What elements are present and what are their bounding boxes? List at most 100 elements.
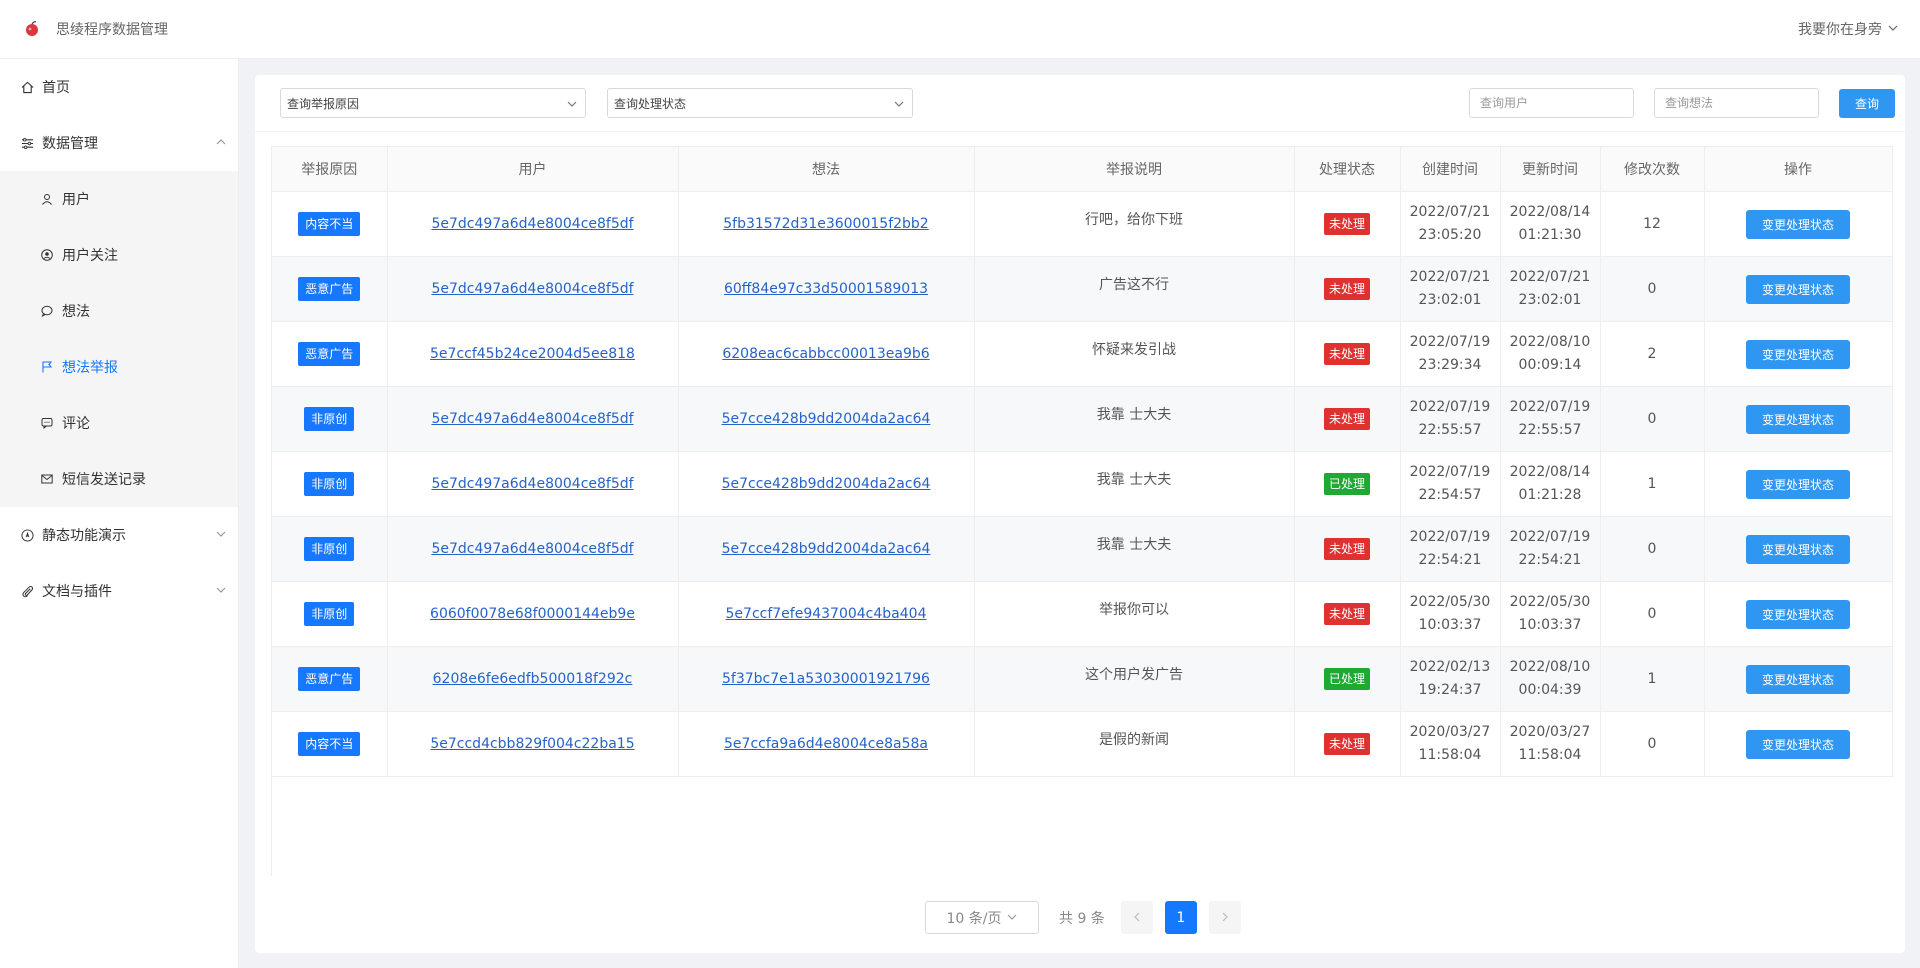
sidebar-item-docs-plugins[interactable]: 文档与插件 [0,563,238,619]
cell-idea: 5f37bc7e1a53030001921796 [678,646,975,712]
description-text: 行吧，给你下班 [1085,211,1183,228]
sidebar-item-users[interactable]: 用户 [0,171,238,227]
idea-link[interactable]: 6208eac6cabbcc00013ea9b6 [722,346,929,362]
sidebar-item-static-demo[interactable]: 静态功能演示 [0,507,238,563]
user-menu[interactable]: 我要你在身旁 [1798,19,1898,39]
idea-link[interactable]: 5fb31572d31e3600015f2bb2 [723,216,928,232]
idea-link[interactable]: 5e7ccf7efe9437004c4ba404 [726,606,927,622]
column-header-reason: 举报原因 [272,146,388,192]
updated-time: 11:58:04 [1518,747,1582,763]
user-link[interactable]: 5e7dc497a6d4e8004ce8f5df [431,411,633,427]
change-status-button[interactable]: 变更处理状态 [1746,209,1850,239]
cell-idea: 5e7cce428b9dd2004da2ac64 [678,451,975,517]
created-time: 23:29:34 [1418,357,1482,373]
cell-idea: 5e7ccfa9a6d4e8004ce8a58a [678,711,975,777]
query-button[interactable]: 查询 [1839,88,1895,118]
cell-user: 5e7dc497a6d4e8004ce8f5df [387,256,679,322]
idea-link[interactable]: 5f37bc7e1a53030001921796 [722,671,930,687]
change-status-button[interactable]: 变更处理状态 [1746,599,1850,629]
chevron-down-icon [1888,21,1898,37]
created-time: 23:02:01 [1418,292,1482,308]
user-link[interactable]: 6208e6fe6edfb500018f292c [433,671,633,687]
user-link[interactable]: 5e7ccd4cbb829f004c22ba15 [430,736,634,752]
change-status-button[interactable]: 变更处理状态 [1746,729,1850,759]
idea-link[interactable]: 5e7ccfa9a6d4e8004ce8a58a [724,736,928,752]
change-status-button[interactable]: 变更处理状态 [1746,469,1850,499]
chevron-down-icon [216,527,226,543]
sidebar-item-comments[interactable]: 评论 [0,395,238,451]
description-text: 举报你可以 [1099,601,1169,618]
cell-reason: 内容不当 [272,191,388,257]
sidebar-item-label: 用户关注 [62,248,118,264]
sidebar-item-ideas[interactable]: 想法 [0,283,238,339]
column-header-updated: 更新时间 [1500,146,1601,192]
data-management-submenu: 用户 用户关注 想法 想法举报 评论 短信发送记录 [0,171,238,507]
sidebar-item-idea-reports[interactable]: 想法举报 [0,339,238,395]
cell-description: 这个用户发广告 [974,646,1295,712]
cell-updated: 2022/08/10 00:04:39 [1500,646,1601,712]
updated-date: 2022/08/10 [1509,334,1591,350]
cell-status: 未处理 [1294,191,1401,257]
page-number-button[interactable]: 1 [1164,901,1197,934]
sidebar-item-home[interactable]: 首页 [0,59,238,115]
updated-time: 10:03:37 [1518,617,1582,633]
table-row: 内容不当 5e7dc497a6d4e8004ce8f5df 5fb31572d31e… [272,191,1893,257]
column-header-edit-count: 修改次数 [1600,146,1705,192]
cell-reason: 非原创 [272,386,388,452]
user-link[interactable]: 6060f0078e68f0000144eb9e [430,606,635,622]
idea-link[interactable]: 60ff84e97c33d50001589013 [724,281,928,297]
app-title: 思绫程序数据管理 [56,22,168,38]
idea-link[interactable]: 5e7cce428b9dd2004da2ac64 [722,476,931,492]
total-count: 共 9 条 [1059,910,1105,927]
cell-reason: 恶意广告 [272,256,388,322]
cell-updated: 2022/05/30 10:03:37 [1500,581,1601,647]
user-link[interactable]: 5e7dc497a6d4e8004ce8f5df [431,281,633,297]
change-status-button[interactable]: 变更处理状态 [1746,664,1850,694]
idea-search-input[interactable] [1654,88,1819,118]
sidebar-item-label: 想法 [62,304,90,320]
idea-link[interactable]: 5e7cce428b9dd2004da2ac64 [722,541,931,557]
report-reason-select[interactable]: 查询举报原因 [280,88,586,118]
column-header-description: 举报说明 [974,146,1295,192]
updated-time: 22:54:21 [1518,552,1582,568]
sidebar-item-data-management[interactable]: 数据管理 [0,115,238,171]
cell-user: 5e7ccd4cbb829f004c22ba15 [387,711,679,777]
description-text: 我靠 士大夫 [1096,536,1172,553]
user-circle-icon [40,248,54,262]
change-status-button[interactable]: 变更处理状态 [1746,274,1850,304]
prev-page-button[interactable] [1120,901,1153,934]
user-link[interactable]: 5e7dc497a6d4e8004ce8f5df [431,541,633,557]
table-body: 内容不当 5e7dc497a6d4e8004ce8f5df 5fb31572d31e… [272,191,1893,777]
user-link[interactable]: 5e7dc497a6d4e8004ce8f5df [431,216,633,232]
next-page-button[interactable] [1208,901,1241,934]
cell-updated: 2022/08/10 00:09:14 [1500,321,1601,387]
change-status-button[interactable]: 变更处理状态 [1746,339,1850,369]
select-placeholder: 查询处理状态 [614,96,687,111]
change-status-button[interactable]: 变更处理状态 [1746,534,1850,564]
user-search-input[interactable] [1469,88,1634,118]
cell-user: 5e7dc497a6d4e8004ce8f5df [387,386,679,452]
updated-time: 00:09:14 [1518,357,1582,373]
change-status-button[interactable]: 变更处理状态 [1746,404,1850,434]
process-status-select[interactable]: 查询处理状态 [607,88,913,118]
updated-date: 2022/07/19 [1509,399,1591,415]
cell-user: 5e7dc497a6d4e8004ce8f5df [387,451,679,517]
user-name: 我要你在身旁 [1798,22,1882,38]
page-size-label: 10 条/页 [946,910,1002,927]
user-icon [40,192,54,206]
cell-user: 5e7dc497a6d4e8004ce8f5df [387,516,679,582]
user-link[interactable]: 5e7ccf45b24ce2004d5ee818 [430,346,635,362]
updated-time: 23:02:01 [1518,292,1582,308]
status-badge: 未处理 [1323,342,1370,365]
edit-count: 0 [1647,605,1657,622]
sidebar-item-sms-records[interactable]: 短信发送记录 [0,451,238,507]
chevron-down-icon [216,583,226,599]
cell-reason: 非原创 [272,451,388,517]
page-size-select[interactable]: 10 条/页 [925,901,1039,934]
cell-status: 未处理 [1294,516,1401,582]
sidebar-item-user-follows[interactable]: 用户关注 [0,227,238,283]
idea-link[interactable]: 5e7cce428b9dd2004da2ac64 [722,411,931,427]
sidebar-item-label: 数据管理 [42,136,98,152]
select-placeholder: 查询举报原因 [287,96,360,111]
user-link[interactable]: 5e7dc497a6d4e8004ce8f5df [431,476,633,492]
